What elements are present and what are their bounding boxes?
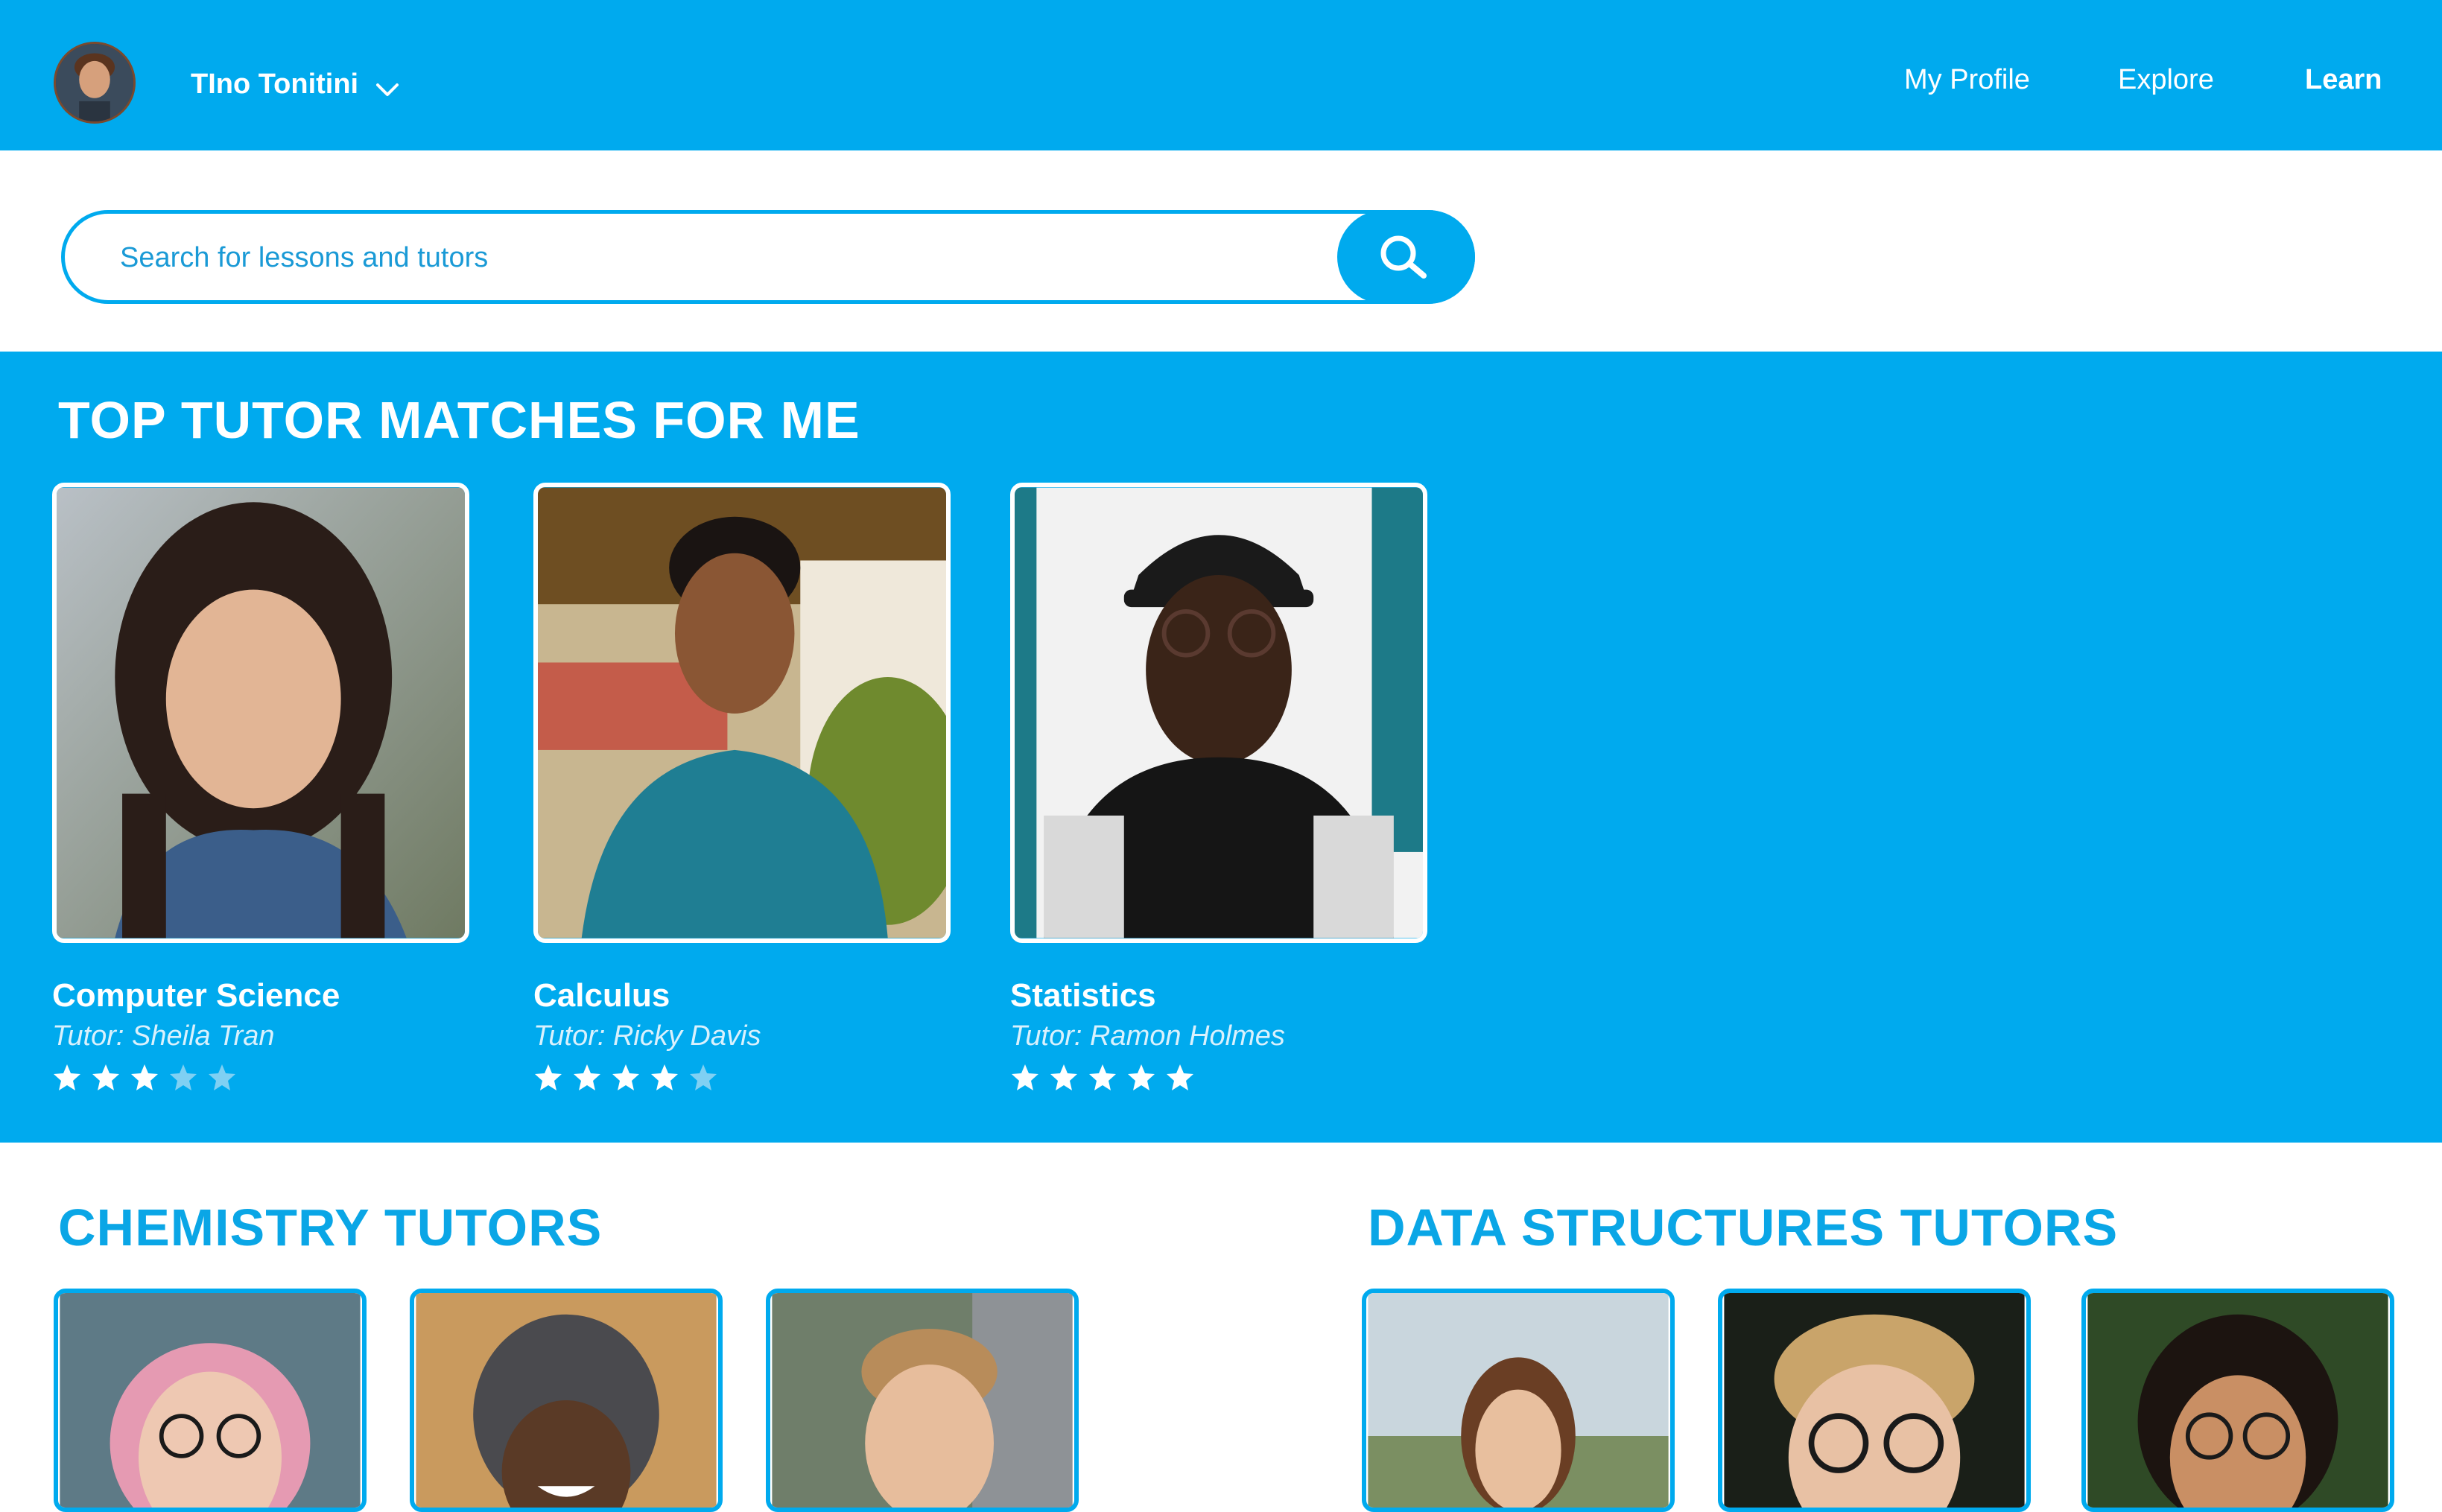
star-empty-icon (209, 1064, 235, 1090)
tutor-name: Tutor: Ricky Davis (533, 1020, 761, 1052)
star-filled-icon (535, 1064, 562, 1090)
data-structures-tutors-title: DATA STRUCTURES TUTORS (1368, 1198, 2119, 1257)
chemistry-tutor-card[interactable] (766, 1289, 1079, 1512)
star-filled-icon (1012, 1064, 1038, 1090)
tutor-subject: Calculus (533, 977, 670, 1014)
star-rating (1010, 1063, 1427, 1093)
top-header: TIno Tonitini My Profile Explore Learn (0, 0, 2442, 150)
chevron-down-icon[interactable] (375, 80, 400, 98)
tutor-image (1015, 487, 1423, 938)
section-title: TOP TUTOR MATCHES FOR ME (58, 391, 860, 449)
star-filled-icon (612, 1064, 639, 1090)
star-filled-icon (54, 1064, 80, 1090)
star-filled-icon (92, 1064, 119, 1090)
tutor-card[interactable]: Calculus Tutor: Ricky Davis (533, 483, 951, 1093)
star-filled-icon (131, 1064, 158, 1090)
tutor-subject: Statistics (1010, 977, 1156, 1014)
star-filled-icon (651, 1064, 678, 1090)
tutor-image (60, 1293, 361, 1508)
star-filled-icon (1167, 1064, 1193, 1090)
avatar-image (56, 44, 133, 121)
data-structures-tutor-card[interactable] (1718, 1289, 2031, 1512)
nav-explore[interactable]: Explore (2118, 64, 2214, 96)
star-rating (52, 1063, 469, 1093)
tutor-image (416, 1293, 717, 1508)
tutor-photo[interactable] (52, 483, 469, 943)
star-rating (533, 1063, 951, 1093)
chemistry-tutor-card[interactable] (410, 1289, 723, 1512)
search-icon (1380, 235, 1427, 279)
search-input[interactable] (118, 214, 1313, 302)
tutor-card[interactable]: Computer Science Tutor: Sheila Tran (52, 483, 469, 1093)
chemistry-tutors-title: CHEMISTRY TUTORS (58, 1198, 603, 1257)
top-matches-section: TOP TUTOR MATCHES FOR ME Computer Scienc… (0, 352, 2442, 1143)
star-empty-icon (170, 1064, 197, 1090)
tutor-image (2087, 1293, 2388, 1508)
tutor-image (1368, 1293, 1669, 1508)
user-avatar[interactable] (54, 42, 136, 124)
tutor-name: Tutor: Ramon Holmes (1010, 1020, 1285, 1052)
tutor-photo[interactable] (1010, 483, 1427, 943)
tutor-image (1724, 1293, 2025, 1508)
tutor-image (772, 1293, 1073, 1508)
nav-learn[interactable]: Learn (2305, 64, 2382, 96)
star-filled-icon (1050, 1064, 1077, 1090)
star-empty-icon (690, 1064, 717, 1090)
star-filled-icon (1089, 1064, 1116, 1090)
tutor-image (57, 487, 465, 938)
tutor-card[interactable]: Statistics Tutor: Ramon Holmes (1010, 483, 1427, 1093)
star-filled-icon (1128, 1064, 1155, 1090)
tutor-image (538, 487, 946, 938)
tutor-name: Tutor: Sheila Tran (52, 1020, 275, 1052)
data-structures-tutor-card[interactable] (2081, 1289, 2394, 1512)
chemistry-tutor-card[interactable] (54, 1289, 367, 1512)
user-name[interactable]: TIno Tonitini (191, 69, 358, 101)
tutor-photo[interactable] (533, 483, 951, 943)
search-button[interactable] (1337, 210, 1475, 304)
data-structures-tutor-card[interactable] (1362, 1289, 1675, 1512)
star-filled-icon (574, 1064, 600, 1090)
tutor-subject: Computer Science (52, 977, 340, 1014)
search-bar (61, 210, 1475, 304)
nav-my-profile[interactable]: My Profile (1904, 64, 2030, 96)
